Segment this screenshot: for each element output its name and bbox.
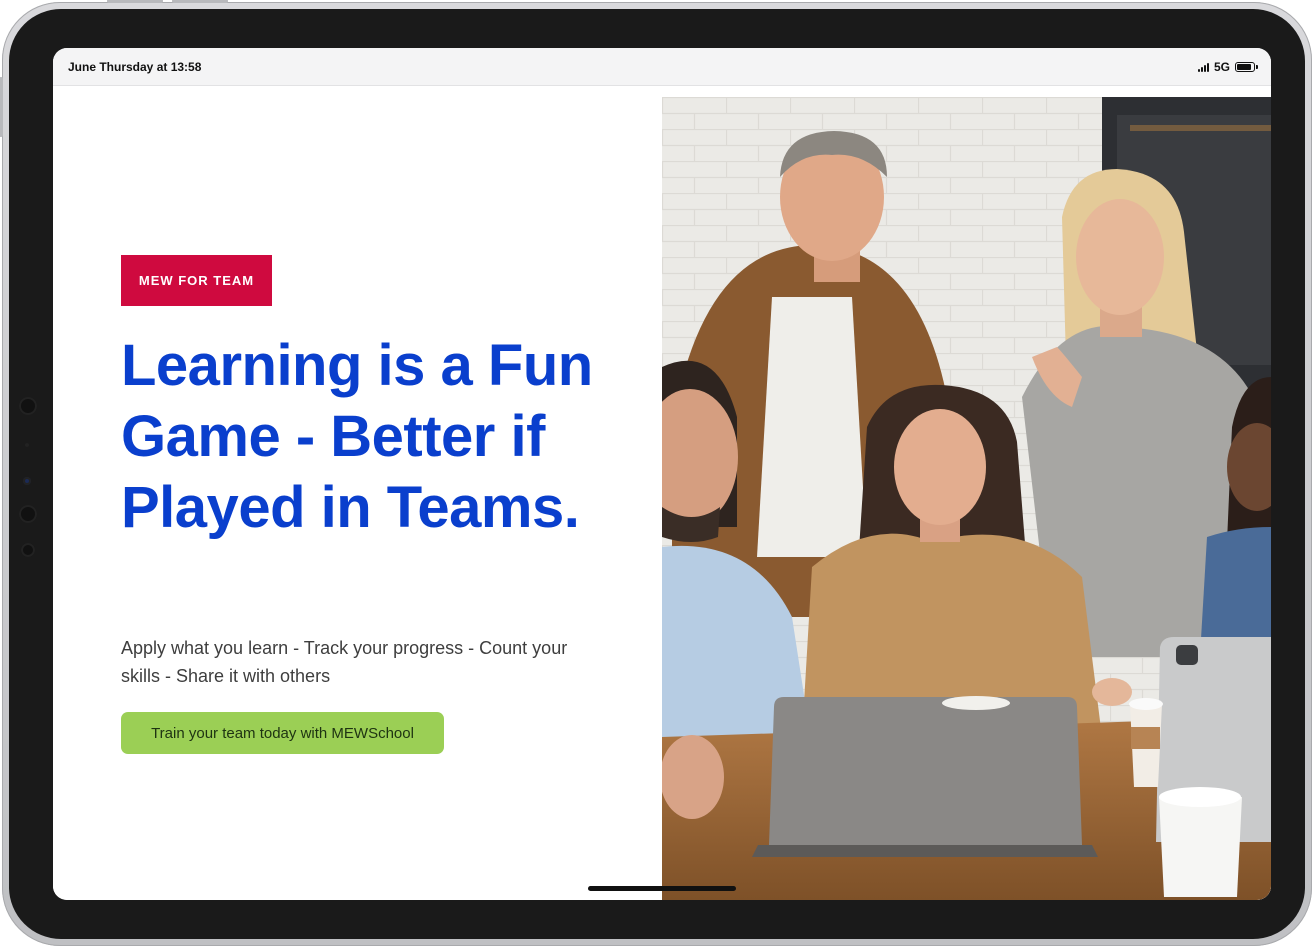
camera-sensor bbox=[19, 397, 37, 415]
status-bar: June Thursday at 13:58 5G bbox=[53, 48, 1271, 86]
hero-section: MEW FOR TEAM Learning is a Fun Game - Be… bbox=[53, 86, 662, 900]
hero-headline: Learning is a Fun Game - Better if Playe… bbox=[121, 333, 593, 540]
screen: June Thursday at 13:58 5G MEW FOR TEAM L… bbox=[53, 48, 1271, 900]
volume-button bbox=[172, 0, 228, 3]
top-button bbox=[107, 0, 163, 3]
camera-icon bbox=[23, 477, 31, 485]
hero-tag: MEW FOR TEAM bbox=[121, 255, 272, 306]
camera-sensor bbox=[21, 543, 35, 557]
status-indicators: 5G bbox=[1197, 60, 1258, 74]
battery-level bbox=[1237, 64, 1252, 70]
team-photo bbox=[662, 97, 1271, 900]
side-button bbox=[0, 77, 3, 137]
train-team-button[interactable]: Train your team today with MEWSchool bbox=[121, 712, 444, 754]
camera-sensor bbox=[25, 443, 29, 447]
battery-icon bbox=[1235, 62, 1258, 72]
network-label: 5G bbox=[1213, 60, 1230, 74]
home-indicator bbox=[588, 886, 736, 891]
signal-bars-icon bbox=[1197, 62, 1209, 72]
status-time: June Thursday at 13:58 bbox=[68, 60, 202, 74]
camera-sensor bbox=[19, 505, 37, 523]
hero-subtext: Apply what you learn - Track your progre… bbox=[121, 638, 568, 686]
